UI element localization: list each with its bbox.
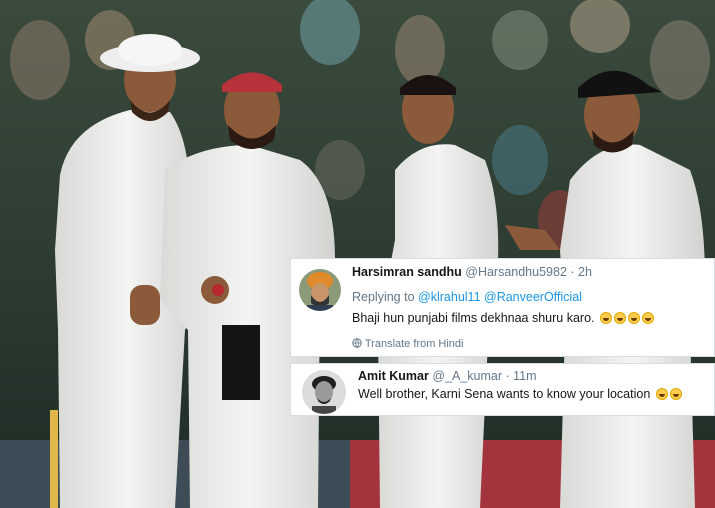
translate-label: Translate from Hindi	[364, 338, 464, 350]
laughing-tears-emoji-icon	[628, 312, 640, 324]
stump	[50, 410, 58, 508]
user-handle[interactable]: @_A_kumar	[432, 369, 502, 383]
user-name[interactable]: Harsimran sandhu	[352, 265, 462, 279]
tweet-header: Amit Kumar @_A_kumar · 11m	[358, 369, 537, 383]
mention-link[interactable]: @klrahul11	[418, 290, 481, 304]
avatar-image	[302, 370, 346, 414]
separator: ·	[570, 265, 575, 279]
tweet-text: Bhaji hun punjabi films dekhnaa shuru ka…	[352, 311, 654, 325]
globe-icon	[352, 338, 362, 348]
tweet-text-content: Bhaji hun punjabi films dekhnaa shuru ka…	[352, 311, 595, 325]
timestamp[interactable]: 11m	[513, 369, 536, 383]
separator: ·	[505, 369, 510, 383]
replying-prefix: Replying to	[352, 290, 415, 304]
user-name[interactable]: Amit Kumar	[358, 369, 429, 383]
tweet-text-content: Well brother, Karni Sena wants to know y…	[358, 387, 651, 401]
laughing-tears-emoji-icon	[600, 312, 612, 324]
cricket-players-photo	[0, 0, 715, 508]
user-handle[interactable]: @Harsandhu5982	[465, 265, 567, 279]
tweet-text: Well brother, Karni Sena wants to know y…	[358, 387, 682, 401]
laughing-tears-emoji-icon	[614, 312, 626, 324]
laughing-tears-emoji-icon	[655, 388, 668, 400]
mention-link[interactable]: @RanveerOfficial	[484, 290, 582, 304]
translate-link[interactable]: Translate from Hindi	[352, 338, 463, 350]
tweet-card[interactable]: Harsimran sandhu @Harsandhu5982 · 2h Rep…	[290, 258, 715, 357]
timestamp[interactable]: 2h	[578, 265, 592, 279]
avatar[interactable]	[299, 269, 341, 311]
avatar-image	[299, 269, 341, 311]
laughing-tears-emoji-icon	[642, 312, 654, 324]
tweet-header: Harsimran sandhu @Harsandhu5982 · 2h	[352, 265, 592, 279]
avatar[interactable]	[302, 370, 346, 414]
tweet-card[interactable]: Amit Kumar @_A_kumar · 11m Well brother,…	[290, 363, 715, 416]
laughing-tears-emoji-icon	[669, 388, 682, 400]
replying-to: Replying to @klrahul11 @RanveerOfficial	[352, 290, 582, 304]
